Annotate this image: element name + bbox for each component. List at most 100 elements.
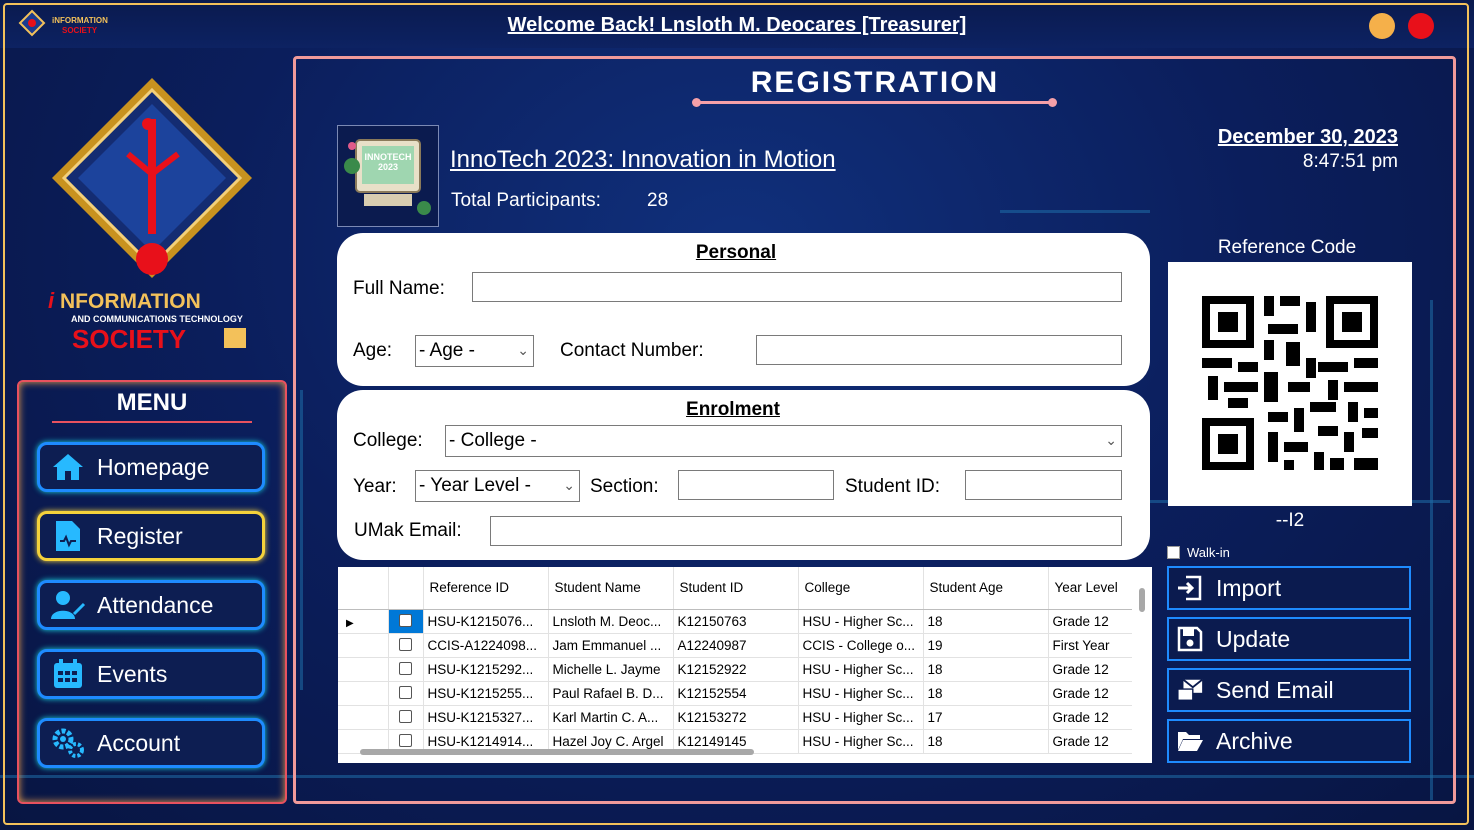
table-cell[interactable]: First Year xyxy=(1048,633,1139,658)
import-button[interactable]: Import xyxy=(1167,566,1411,610)
participants-table[interactable]: Reference ID Student Name Student ID Col… xyxy=(338,567,1152,763)
svg-text:NFORMATION: NFORMATION xyxy=(60,290,201,313)
table-cell[interactable]: CCIS-A1224098... xyxy=(423,633,549,658)
update-button[interactable]: Update xyxy=(1167,617,1411,661)
row-checkbox[interactable] xyxy=(399,685,412,699)
table-cell[interactable]: HSU-K1215076... xyxy=(423,609,549,634)
row-header[interactable]: ▶ xyxy=(338,609,389,634)
student-id-field[interactable] xyxy=(965,470,1122,500)
table-cell[interactable]: 18 xyxy=(923,609,1049,634)
walk-in-checkbox[interactable] xyxy=(1167,546,1180,559)
sidebar-item-label: Attendance xyxy=(97,591,214,618)
calendar-icon xyxy=(49,657,87,691)
svg-text:i: i xyxy=(48,288,55,313)
year-level-select[interactable]: - Year Level - ⌄ xyxy=(415,470,580,502)
age-label: Age: xyxy=(353,340,393,361)
table-cell[interactable]: HSU - Higher Sc... xyxy=(798,681,924,706)
row-select-cell[interactable] xyxy=(388,681,424,706)
column-header-year-level[interactable]: Year Level xyxy=(1048,567,1139,610)
table-cell[interactable]: K12152922 xyxy=(673,657,799,682)
table-cell[interactable]: HSU - Higher Sc... xyxy=(798,609,924,634)
row-header[interactable] xyxy=(338,681,389,706)
archive-button[interactable]: Archive xyxy=(1167,719,1411,763)
table-cell[interactable]: HSU-K1215292... xyxy=(423,657,549,682)
row-select-cell[interactable] xyxy=(388,633,424,658)
current-row-indicator-icon: ▶ xyxy=(346,618,354,629)
import-icon xyxy=(1176,574,1204,602)
sidebar-item-register[interactable]: Register xyxy=(37,511,265,561)
table-cell[interactable]: K12153272 xyxy=(673,705,799,730)
table-cell[interactable]: 18 xyxy=(923,729,1049,754)
table-cell[interactable]: Grade 12 xyxy=(1048,681,1139,706)
sidebar-item-account[interactable]: Account xyxy=(37,718,265,768)
table-row[interactable]: ▶ HSU-K1215076... Lnsloth M. Deoc... K12150… xyxy=(338,609,1139,634)
reference-qr-code xyxy=(1168,262,1412,506)
age-select[interactable]: - Age - ⌄ xyxy=(415,335,534,367)
table-row[interactable]: HSU-K1215255... Paul Rafael B. D... K12152… xyxy=(338,681,1139,706)
full-name-label: Full Name: xyxy=(353,278,445,299)
column-header-student-id[interactable]: Student ID xyxy=(673,567,799,610)
full-name-field[interactable] xyxy=(472,272,1122,302)
table-cell[interactable]: 18 xyxy=(923,681,1049,706)
table-cell[interactable]: K12152554 xyxy=(673,681,799,706)
participants-count: 28 xyxy=(647,190,669,211)
table-cell[interactable]: Jam Emmanuel ... xyxy=(548,633,674,658)
table-cell[interactable]: Paul Rafael B. D... xyxy=(548,681,674,706)
row-header[interactable] xyxy=(338,705,389,730)
table-cell[interactable]: Grade 12 xyxy=(1048,657,1139,682)
year-level-select-value: - Year Level - xyxy=(419,475,531,496)
table-cell[interactable]: HSU - Higher Sc... xyxy=(798,729,924,754)
table-cell[interactable]: HSU - Higher Sc... xyxy=(798,705,924,730)
row-select-cell[interactable] xyxy=(388,657,424,682)
table-horizontal-scroll-thumb[interactable] xyxy=(360,749,754,755)
row-header[interactable] xyxy=(338,657,389,682)
row-checkbox[interactable] xyxy=(399,637,412,651)
chevron-down-icon: ⌄ xyxy=(517,342,529,358)
sidebar-item-attendance[interactable]: Attendance xyxy=(37,580,265,630)
table-cell[interactable]: Karl Martin C. A... xyxy=(548,705,674,730)
umak-email-field[interactable] xyxy=(490,516,1122,546)
table-cell[interactable]: HSU-K1215255... xyxy=(423,681,549,706)
row-checkbox[interactable] xyxy=(399,613,412,627)
table-row[interactable]: HSU-K1215292... Michelle L. Jayme K1215292… xyxy=(338,657,1139,682)
sidebar-item-label: Homepage xyxy=(97,453,210,480)
column-header-student-age[interactable]: Student Age xyxy=(923,567,1049,610)
column-header-college[interactable]: College xyxy=(798,567,924,610)
table-cell[interactable]: Grade 12 xyxy=(1048,729,1139,754)
table-row[interactable]: CCIS-A1224098... Jam Emmanuel ... A1224098… xyxy=(338,633,1139,658)
register-form-icon xyxy=(49,519,87,553)
table-cell[interactable]: HSU - Higher Sc... xyxy=(798,657,924,682)
contact-number-field[interactable] xyxy=(756,335,1122,365)
row-checkbox[interactable] xyxy=(399,733,412,747)
college-select[interactable]: - College - ⌄ xyxy=(445,425,1122,457)
table-cell[interactable]: 18 xyxy=(923,657,1049,682)
table-cell[interactable]: CCIS - College o... xyxy=(798,633,924,658)
send-email-button[interactable]: Send Email xyxy=(1167,668,1411,712)
table-cell[interactable]: Grade 12 xyxy=(1048,705,1139,730)
table-cell[interactable]: Grade 12 xyxy=(1048,609,1139,634)
row-checkbox[interactable] xyxy=(399,661,412,675)
row-select-cell[interactable] xyxy=(388,705,424,730)
table-cell[interactable]: A12240987 xyxy=(673,633,799,658)
table-row[interactable]: HSU-K1215327... Karl Martin C. A... K12153… xyxy=(338,705,1139,730)
table-cell[interactable]: HSU-K1215327... xyxy=(423,705,549,730)
table-vertical-scroll-thumb[interactable] xyxy=(1139,588,1145,612)
year-label: Year: xyxy=(353,476,397,497)
row-select-cell[interactable] xyxy=(388,609,424,634)
table-cell[interactable]: Michelle L. Jayme xyxy=(548,657,674,682)
event-name-link[interactable]: InnoTech 2023: Innovation in Motion xyxy=(450,146,836,174)
table-cell[interactable]: 17 xyxy=(923,705,1049,730)
column-header-student-name[interactable]: Student Name xyxy=(548,567,674,610)
folder-open-icon xyxy=(1176,727,1204,755)
import-button-label: Import xyxy=(1216,574,1282,601)
table-cell[interactable]: K12150763 xyxy=(673,609,799,634)
table-cell[interactable]: 19 xyxy=(923,633,1049,658)
sidebar-item-homepage[interactable]: Homepage xyxy=(37,442,265,492)
section-field[interactable] xyxy=(678,470,834,500)
sidebar-item-events[interactable]: Events xyxy=(37,649,265,699)
row-checkbox[interactable] xyxy=(399,709,412,723)
column-header-reference-id[interactable]: Reference ID xyxy=(423,567,549,610)
svg-text:AND COMMUNICATIONS TECHNOLOGY: AND COMMUNICATIONS TECHNOLOGY xyxy=(71,314,243,324)
table-cell[interactable]: Lnsloth M. Deoc... xyxy=(548,609,674,634)
row-header[interactable] xyxy=(338,633,389,658)
